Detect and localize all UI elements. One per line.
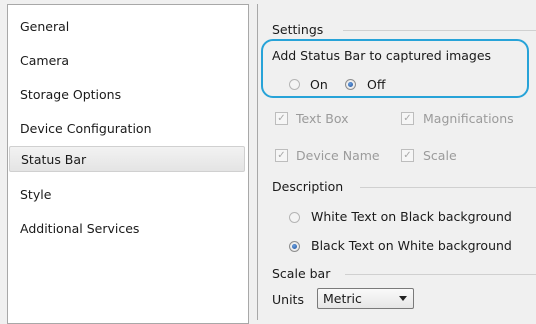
white-on-black-label[interactable]: White Text on Black background <box>311 209 512 224</box>
magnifications-checkbox[interactable]: ✓ <box>401 112 414 125</box>
sidebar-item-camera[interactable]: Camera <box>9 48 245 74</box>
highlight-annotation <box>261 39 529 98</box>
scale-bar-group-line <box>345 274 536 275</box>
text-box-label: Text Box <box>296 111 349 126</box>
chevron-down-icon <box>399 296 407 301</box>
description-group-title: Description <box>272 179 344 194</box>
sidebar-item-storage-options[interactable]: Storage Options <box>9 82 245 108</box>
settings-group-title: Settings <box>272 22 324 37</box>
sidebar-item-status-bar[interactable]: Status Bar <box>9 146 245 172</box>
units-label: Units <box>272 292 304 307</box>
sidebar-item-device-configuration[interactable]: Device Configuration <box>9 116 245 142</box>
units-select[interactable]: Metric <box>317 288 414 309</box>
sidebar-item-general[interactable]: General <box>9 14 245 40</box>
units-select-value: Metric <box>323 291 362 306</box>
radio-white-on-black[interactable] <box>289 212 300 223</box>
radio-black-on-white[interactable] <box>289 241 300 252</box>
sidebar-item-style[interactable]: Style <box>9 182 245 208</box>
scale-bar-group-title: Scale bar <box>272 266 331 281</box>
text-box-checkbox[interactable]: ✓ <box>275 112 288 125</box>
scale-checkbox[interactable]: ✓ <box>401 149 414 162</box>
panel-divider <box>257 4 258 320</box>
settings-group-line <box>343 30 536 31</box>
black-on-white-label[interactable]: Black Text on White background <box>311 238 512 253</box>
device-name-checkbox[interactable]: ✓ <box>275 149 288 162</box>
device-name-label: Device Name <box>296 148 380 163</box>
scale-label: Scale <box>423 148 457 163</box>
settings-nav-list: General Camera Storage Options Device Co… <box>7 4 249 324</box>
sidebar-item-additional-services[interactable]: Additional Services <box>9 216 245 242</box>
magnifications-label: Magnifications <box>423 111 514 126</box>
description-group-line <box>360 187 536 188</box>
